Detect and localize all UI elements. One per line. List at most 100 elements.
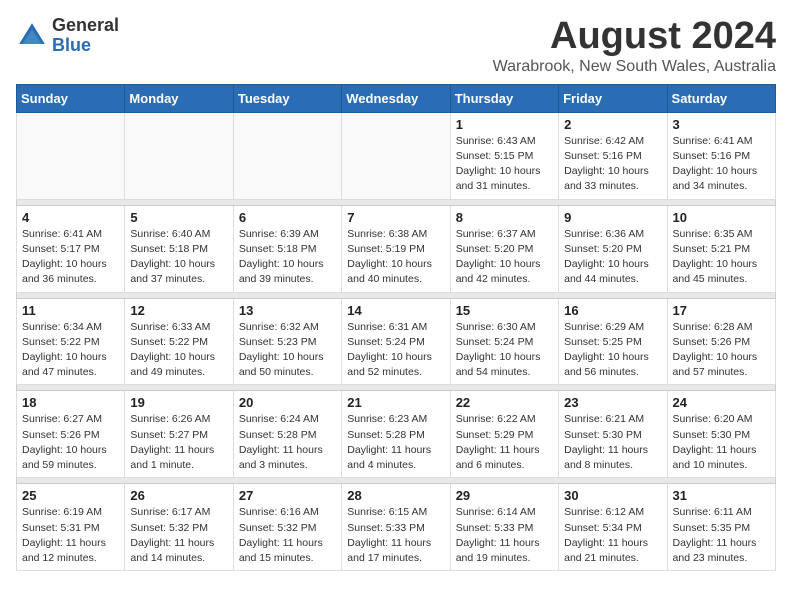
weekday-header-friday: Friday xyxy=(559,84,667,112)
day-info: Sunrise: 6:42 AM Sunset: 5:16 PM Dayligh… xyxy=(564,134,661,195)
weekday-header-thursday: Thursday xyxy=(450,84,558,112)
logo-text: General Blue xyxy=(52,16,119,56)
calendar-week-row: 25Sunrise: 6:19 AM Sunset: 5:31 PM Dayli… xyxy=(17,484,776,571)
calendar-day-cell xyxy=(233,112,341,199)
day-number: 10 xyxy=(673,210,770,225)
calendar-week-row: 18 Sunrise: 6:27 AM Sunset: 5:26 PM Dayli… xyxy=(17,391,776,478)
day-number: 9 xyxy=(564,210,661,225)
calendar-day-cell: 14 Sunrise: 6:31 AM Sunset: 5:24 PM Dayli… xyxy=(342,298,450,385)
calendar-day-cell: 1 Sunrise: 6:43 AM Sunset: 5:15 PM Daylig… xyxy=(450,112,558,199)
day-info: Sunrise: 6:28 AM Sunset: 5:26 PM Dayligh… xyxy=(673,320,770,381)
day-info: Sunrise: 6:36 AM Sunset: 5:20 PM Dayligh… xyxy=(564,227,661,288)
day-info: Sunrise: 6:23 AM Sunset: 5:28 PM Dayligh… xyxy=(347,412,444,473)
day-number: 2 xyxy=(564,117,661,132)
calendar-day-cell: 22 Sunrise: 6:22 AM Sunset: 5:29 PM Dayli… xyxy=(450,391,558,478)
day-info: Sunrise: 6:40 AM Sunset: 5:18 PM Dayligh… xyxy=(130,227,227,288)
day-number: 13 xyxy=(239,303,336,318)
calendar-day-cell: 29Sunrise: 6:14 AM Sunset: 5:33 PM Dayli… xyxy=(450,484,558,571)
calendar-day-cell: 7 Sunrise: 6:38 AM Sunset: 5:19 PM Daylig… xyxy=(342,205,450,292)
day-number: 24 xyxy=(673,395,770,410)
day-info: Sunrise: 6:33 AM Sunset: 5:22 PM Dayligh… xyxy=(130,320,227,381)
day-info: Sunrise: 6:11 AM Sunset: 5:35 PM Dayligh… xyxy=(673,505,770,566)
day-number: 7 xyxy=(347,210,444,225)
logo-general-text: General xyxy=(52,16,119,36)
day-number: 1 xyxy=(456,117,553,132)
day-info: Sunrise: 6:12 AM Sunset: 5:34 PM Dayligh… xyxy=(564,505,661,566)
day-number: 27 xyxy=(239,488,336,503)
logo: General Blue xyxy=(16,16,119,56)
weekday-header-wednesday: Wednesday xyxy=(342,84,450,112)
day-number: 30 xyxy=(564,488,661,503)
day-number: 5 xyxy=(130,210,227,225)
day-number: 11 xyxy=(22,303,119,318)
day-info: Sunrise: 6:15 AM Sunset: 5:33 PM Dayligh… xyxy=(347,505,444,566)
day-number: 4 xyxy=(22,210,119,225)
day-info: Sunrise: 6:19 AM Sunset: 5:31 PM Dayligh… xyxy=(22,505,119,566)
calendar-week-row: 4 Sunrise: 6:41 AM Sunset: 5:17 PM Daylig… xyxy=(17,205,776,292)
day-info: Sunrise: 6:35 AM Sunset: 5:21 PM Dayligh… xyxy=(673,227,770,288)
day-number: 26 xyxy=(130,488,227,503)
calendar-week-row: 1 Sunrise: 6:43 AM Sunset: 5:15 PM Daylig… xyxy=(17,112,776,199)
calendar-day-cell: 3Sunrise: 6:41 AM Sunset: 5:16 PM Daylig… xyxy=(667,112,775,199)
calendar-day-cell: 2 Sunrise: 6:42 AM Sunset: 5:16 PM Daylig… xyxy=(559,112,667,199)
calendar-day-cell: 24 Sunrise: 6:20 AM Sunset: 5:30 PM Dayli… xyxy=(667,391,775,478)
day-info: Sunrise: 6:34 AM Sunset: 5:22 PM Dayligh… xyxy=(22,320,119,381)
day-number: 18 xyxy=(22,395,119,410)
weekday-header-row: SundayMondayTuesdayWednesdayThursdayFrid… xyxy=(17,84,776,112)
page-header: General Blue August 2024 Warabrook, New … xyxy=(16,16,776,76)
day-info: Sunrise: 6:22 AM Sunset: 5:29 PM Dayligh… xyxy=(456,412,553,473)
weekday-header-tuesday: Tuesday xyxy=(233,84,341,112)
day-info: Sunrise: 6:26 AM Sunset: 5:27 PM Dayligh… xyxy=(130,412,227,473)
day-info: Sunrise: 6:31 AM Sunset: 5:24 PM Dayligh… xyxy=(347,320,444,381)
day-number: 20 xyxy=(239,395,336,410)
day-number: 23 xyxy=(564,395,661,410)
day-info: Sunrise: 6:14 AM Sunset: 5:33 PM Dayligh… xyxy=(456,505,553,566)
location-subtitle: Warabrook, New South Wales, Australia xyxy=(493,58,776,76)
day-info: Sunrise: 6:38 AM Sunset: 5:19 PM Dayligh… xyxy=(347,227,444,288)
day-info: Sunrise: 6:43 AM Sunset: 5:15 PM Dayligh… xyxy=(456,134,553,195)
calendar-table: SundayMondayTuesdayWednesdayThursdayFrid… xyxy=(16,84,776,571)
day-info: Sunrise: 6:24 AM Sunset: 5:28 PM Dayligh… xyxy=(239,412,336,473)
calendar-day-cell: 4 Sunrise: 6:41 AM Sunset: 5:17 PM Daylig… xyxy=(17,205,125,292)
calendar-day-cell xyxy=(125,112,233,199)
calendar-day-cell: 30 Sunrise: 6:12 AM Sunset: 5:34 PM Dayli… xyxy=(559,484,667,571)
calendar-day-cell: 28Sunrise: 6:15 AM Sunset: 5:33 PM Dayli… xyxy=(342,484,450,571)
day-info: Sunrise: 6:29 AM Sunset: 5:25 PM Dayligh… xyxy=(564,320,661,381)
weekday-header-sunday: Sunday xyxy=(17,84,125,112)
day-info: Sunrise: 6:16 AM Sunset: 5:32 PM Dayligh… xyxy=(239,505,336,566)
logo-blue-text: Blue xyxy=(52,36,119,56)
day-number: 15 xyxy=(456,303,553,318)
day-number: 3 xyxy=(673,117,770,132)
day-number: 8 xyxy=(456,210,553,225)
weekday-header-saturday: Saturday xyxy=(667,84,775,112)
logo-icon xyxy=(16,20,48,52)
day-number: 6 xyxy=(239,210,336,225)
calendar-day-cell: 10 Sunrise: 6:35 AM Sunset: 5:21 PM Dayli… xyxy=(667,205,775,292)
calendar-day-cell: 21 Sunrise: 6:23 AM Sunset: 5:28 PM Dayli… xyxy=(342,391,450,478)
calendar-day-cell: 20 Sunrise: 6:24 AM Sunset: 5:28 PM Dayli… xyxy=(233,391,341,478)
day-number: 14 xyxy=(347,303,444,318)
day-number: 21 xyxy=(347,395,444,410)
day-number: 22 xyxy=(456,395,553,410)
calendar-week-row: 11 Sunrise: 6:34 AM Sunset: 5:22 PM Dayli… xyxy=(17,298,776,385)
calendar-day-cell: 19Sunrise: 6:26 AM Sunset: 5:27 PM Dayli… xyxy=(125,391,233,478)
day-info: Sunrise: 6:20 AM Sunset: 5:30 PM Dayligh… xyxy=(673,412,770,473)
month-year-title: August 2024 xyxy=(493,16,776,58)
day-info: Sunrise: 6:21 AM Sunset: 5:30 PM Dayligh… xyxy=(564,412,661,473)
calendar-day-cell: 16Sunrise: 6:29 AM Sunset: 5:25 PM Dayli… xyxy=(559,298,667,385)
day-info: Sunrise: 6:37 AM Sunset: 5:20 PM Dayligh… xyxy=(456,227,553,288)
day-info: Sunrise: 6:41 AM Sunset: 5:17 PM Dayligh… xyxy=(22,227,119,288)
calendar-day-cell: 5 Sunrise: 6:40 AM Sunset: 5:18 PM Daylig… xyxy=(125,205,233,292)
calendar-day-cell xyxy=(17,112,125,199)
calendar-day-cell: 27 Sunrise: 6:16 AM Sunset: 5:32 PM Dayli… xyxy=(233,484,341,571)
calendar-day-cell: 8 Sunrise: 6:37 AM Sunset: 5:20 PM Daylig… xyxy=(450,205,558,292)
day-number: 31 xyxy=(673,488,770,503)
calendar-day-cell: 25Sunrise: 6:19 AM Sunset: 5:31 PM Dayli… xyxy=(17,484,125,571)
calendar-day-cell: 12Sunrise: 6:33 AM Sunset: 5:22 PM Dayli… xyxy=(125,298,233,385)
calendar-day-cell: 15Sunrise: 6:30 AM Sunset: 5:24 PM Dayli… xyxy=(450,298,558,385)
calendar-day-cell: 31 Sunrise: 6:11 AM Sunset: 5:35 PM Dayli… xyxy=(667,484,775,571)
calendar-day-cell: 17Sunrise: 6:28 AM Sunset: 5:26 PM Dayli… xyxy=(667,298,775,385)
day-info: Sunrise: 6:32 AM Sunset: 5:23 PM Dayligh… xyxy=(239,320,336,381)
day-info: Sunrise: 6:27 AM Sunset: 5:26 PM Dayligh… xyxy=(22,412,119,473)
calendar-day-cell xyxy=(342,112,450,199)
